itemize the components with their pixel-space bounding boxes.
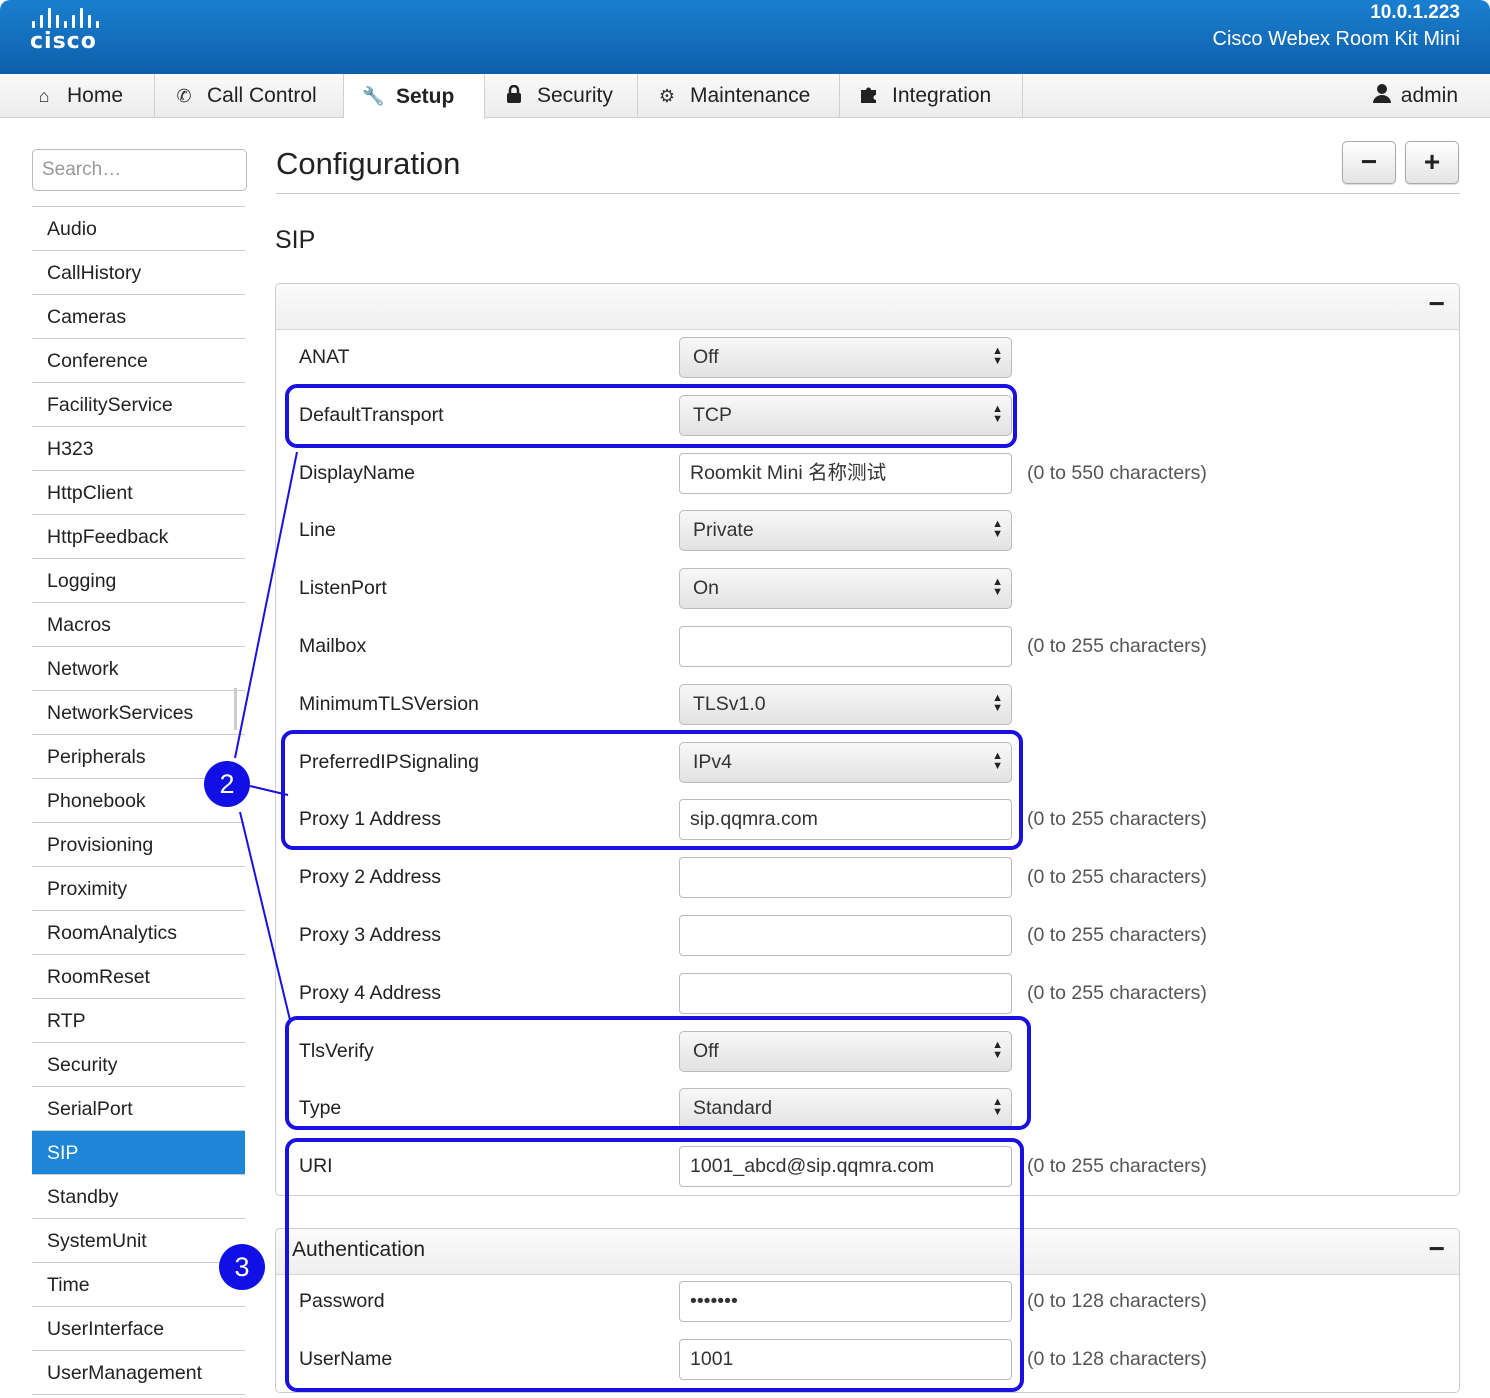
annotation-badge-2: 2 <box>204 761 250 807</box>
highlight-box-default-transport <box>285 384 1017 448</box>
highlight-box-uri-auth <box>285 1138 1024 1392</box>
highlight-box-signaling-proxy <box>281 730 1023 850</box>
annotation-badge-3: 3 <box>219 1244 265 1290</box>
annotation-line <box>234 451 298 759</box>
highlight-box-tls-type <box>285 1016 1031 1130</box>
